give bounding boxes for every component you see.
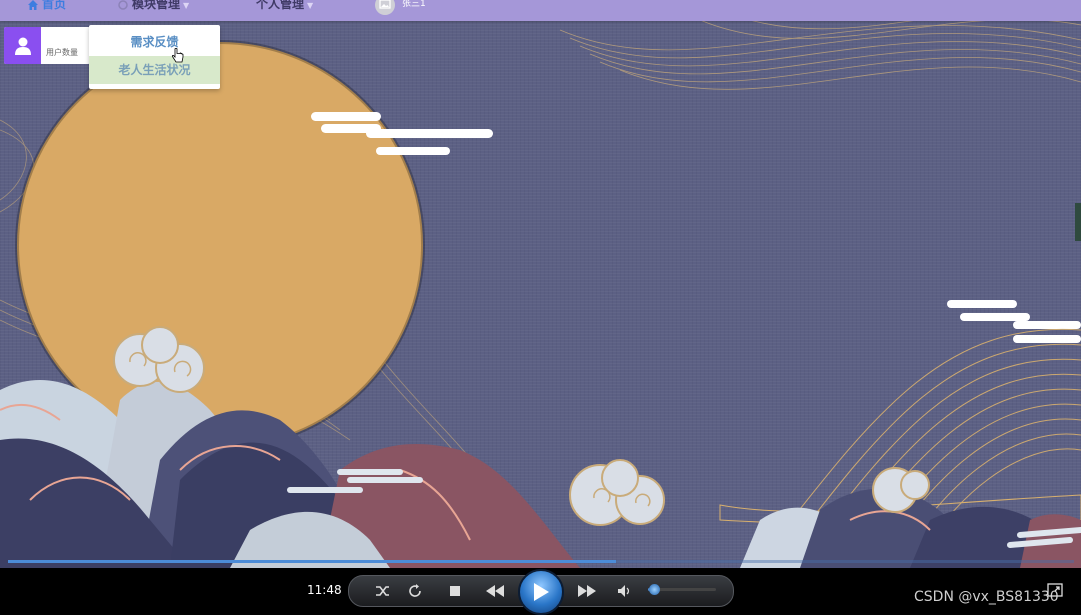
side-widget (1075, 203, 1081, 241)
chevron-down-icon: ▼ (183, 1, 190, 10)
fast-forward-button[interactable] (569, 576, 605, 606)
rewind-button[interactable] (477, 576, 513, 606)
nav-home[interactable]: 首页 (27, 0, 66, 13)
rewind-icon (486, 585, 504, 597)
fast-forward-icon (578, 585, 596, 597)
repeat-button[interactable] (405, 576, 425, 606)
nav-module-label: 模块管理 (132, 0, 181, 11)
refresh-icon (118, 0, 128, 10)
user-count-label: 用户数量 (46, 48, 78, 57)
avatar[interactable] (375, 0, 395, 15)
username-label[interactable]: 张三1 (402, 0, 426, 13)
menu-item-elderly-status[interactable]: 老人生活状况 (89, 56, 220, 84)
nav-personal-label: 个人管理 (256, 0, 305, 11)
play-icon (534, 583, 549, 601)
play-button[interactable] (518, 569, 564, 615)
shuffle-button[interactable] (373, 576, 393, 606)
image-icon (379, 0, 391, 9)
module-dropdown-menu: 需求反馈 老人生活状况 (89, 25, 220, 89)
home-icon (28, 0, 38, 10)
stop-icon (450, 586, 460, 596)
fullscreen-icon[interactable] (1047, 583, 1063, 597)
user-icon (14, 37, 31, 55)
seek-bar-fill (8, 560, 616, 563)
stat-icon-box (4, 27, 41, 64)
moon-shape (17, 42, 423, 448)
nav-home-label: 首页 (42, 0, 67, 11)
volume-knob[interactable] (649, 584, 660, 595)
nav-module-management[interactable]: 模块管理 ▼ (117, 0, 189, 13)
hand-cursor-icon (172, 48, 184, 63)
stop-button[interactable] (445, 576, 465, 606)
cloud-bars (311, 112, 1081, 343)
top-navbar: 首页 模块管理 ▼ 个人管理 ▼ 张三1 (0, 0, 1081, 21)
menu-item-feedback[interactable]: 需求反馈 (89, 28, 220, 56)
chevron-down-icon: ▼ (307, 1, 314, 10)
watermark-text: CSDN @vx_BS81330 (914, 589, 1059, 605)
mute-button[interactable] (614, 576, 634, 606)
nav-personal-management[interactable]: 个人管理 ▼ (256, 0, 313, 13)
playback-time: 11:48 (307, 583, 342, 597)
repeat-icon (409, 584, 421, 597)
user-count-card: 用户数量 (4, 27, 90, 64)
speaker-icon (618, 585, 630, 597)
shuffle-icon (376, 586, 389, 596)
